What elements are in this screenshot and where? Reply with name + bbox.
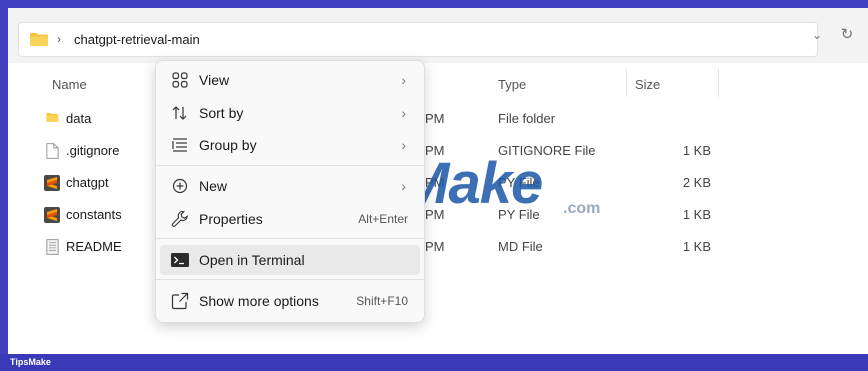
group-icon xyxy=(170,135,190,155)
menu-item-label: New xyxy=(199,178,228,194)
address-bar[interactable]: › chatgpt-retrieval-main xyxy=(18,22,818,57)
file-date: PM xyxy=(425,111,445,126)
menu-item-open-in-terminal[interactable]: Open in Terminal xyxy=(160,245,420,275)
column-header-type[interactable]: Type xyxy=(498,77,526,92)
share-icon xyxy=(170,291,190,311)
chevron-right-icon: › xyxy=(401,178,406,194)
sublime-icon xyxy=(44,207,60,223)
file-name: .gitignore xyxy=(66,143,120,158)
table-row[interactable]: README PM MD File 1 KB xyxy=(8,231,868,263)
menu-item-label: View xyxy=(199,72,230,88)
context-menu: View › Sort by › Group by › New › Proper… xyxy=(155,60,425,323)
menu-item-view[interactable]: View › xyxy=(160,65,420,95)
sort-icon xyxy=(170,103,190,123)
column-header-size[interactable]: Size xyxy=(635,77,660,92)
file-size: 1 KB xyxy=(682,239,711,254)
breadcrumb-path[interactable]: chatgpt-retrieval-main xyxy=(74,32,200,47)
menu-item-new[interactable]: New › xyxy=(160,171,420,201)
file-type: MD File xyxy=(498,239,543,254)
chevron-right-icon: › xyxy=(401,137,406,153)
footer-bar: TipsMake xyxy=(0,354,868,371)
column-header-name[interactable]: Name xyxy=(52,77,87,92)
folder-icon xyxy=(30,33,48,46)
file-size: 2 KB xyxy=(682,175,711,190)
menu-divider xyxy=(156,279,424,280)
file-name: README xyxy=(66,239,122,254)
table-row[interactable]: data PM File folder xyxy=(8,103,868,135)
folder-icon xyxy=(46,113,59,122)
plus-circle-icon xyxy=(170,176,190,196)
file-name: constants xyxy=(66,207,122,222)
wrench-icon xyxy=(170,209,190,229)
file-date: PM xyxy=(425,239,445,254)
terminal-icon xyxy=(170,250,190,270)
column-divider[interactable] xyxy=(718,69,719,97)
menu-item-label: Group by xyxy=(199,137,257,153)
menu-item-sort-by[interactable]: Sort by › xyxy=(160,98,420,128)
menu-item-label: Properties xyxy=(199,211,263,227)
file-name: data xyxy=(66,111,92,126)
menu-divider xyxy=(156,238,424,239)
footer-brand: TipsMake xyxy=(10,357,51,367)
column-divider[interactable] xyxy=(626,69,627,97)
watermark-suffix: .com xyxy=(563,200,601,217)
file-size: 1 KB xyxy=(682,207,711,222)
menu-item-label: Open in Terminal xyxy=(199,252,305,268)
refresh-icon[interactable]: ↻ xyxy=(836,24,858,46)
menu-item-properties[interactable]: Properties Alt+Enter xyxy=(160,204,420,234)
chevron-right-icon: › xyxy=(401,105,406,121)
menu-divider xyxy=(156,165,424,166)
file-type: File folder xyxy=(498,111,556,126)
view-grid-icon xyxy=(170,70,190,90)
file-icon xyxy=(46,143,59,159)
menu-item-group-by[interactable]: Group by › xyxy=(160,130,420,160)
menu-item-label: Show more options xyxy=(199,293,319,309)
menu-item-show-more-options[interactable]: Show more options Shift+F10 xyxy=(160,286,420,316)
breadcrumb-separator: › xyxy=(57,32,61,46)
menu-shortcut: Shift+F10 xyxy=(356,294,408,308)
text-file-icon xyxy=(46,239,59,255)
file-name: chatgpt xyxy=(66,175,109,190)
menu-item-label: Sort by xyxy=(199,105,244,121)
chevron-down-icon[interactable]: ⌄ xyxy=(806,24,828,46)
menu-shortcut: Alt+Enter xyxy=(358,212,408,226)
sublime-icon xyxy=(44,175,60,191)
file-size: 1 KB xyxy=(682,143,711,158)
chevron-right-icon: › xyxy=(401,72,406,88)
